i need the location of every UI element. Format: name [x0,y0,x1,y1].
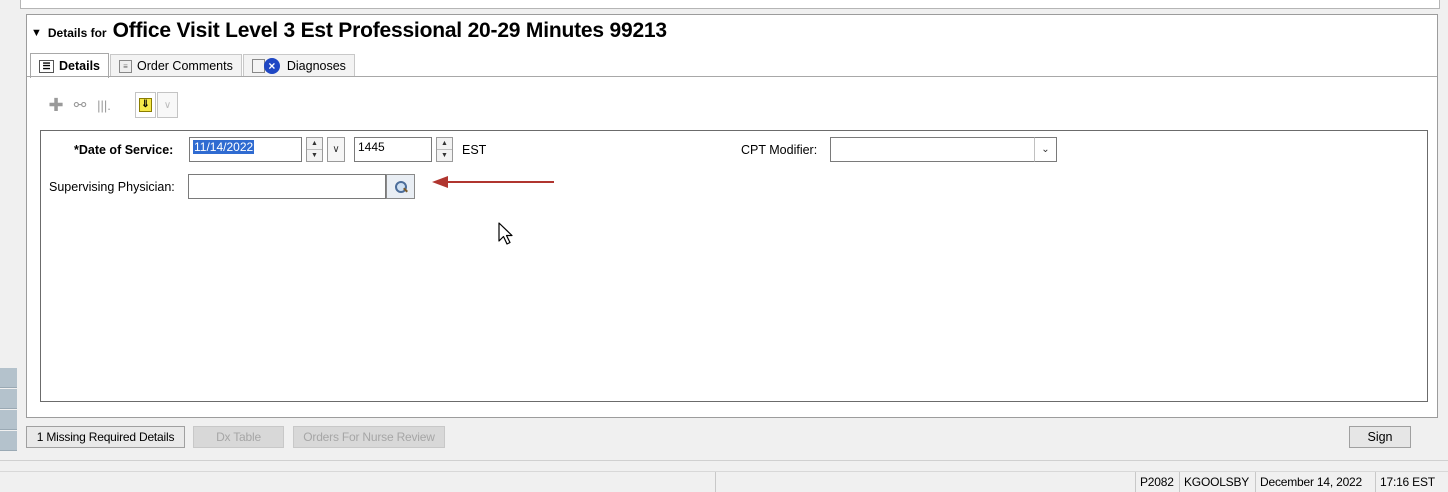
diagnoses-icon: × [251,58,282,74]
time-field[interactable]: 1445 [354,137,432,162]
status-bar: P2082 KGOOLSBY December 14, 2022 17:16 E… [0,471,1448,492]
tab-order-comments[interactable]: ≡ Order Comments [110,54,242,77]
date-spinner[interactable]: ▲ ▼ [306,137,323,162]
status-user: KGOOLSBY [1179,472,1253,492]
tab-diagnoses[interactable]: × Diagnoses [242,54,355,77]
physician-search-button[interactable] [386,174,415,199]
top-panel-edge [20,0,1440,9]
collapse-triangle-icon[interactable]: ▼ [31,27,42,39]
divider [0,460,1448,461]
gutter-segment [0,431,17,451]
top-strip [0,0,1448,12]
status-empty-cell [715,472,1135,492]
gutter-segment [0,410,17,430]
add-icon[interactable]: ✚ [45,95,67,116]
details-panel: ▼ Details for Office Visit Level 3 Est P… [26,14,1438,418]
chart-icon[interactable]: |||. [93,98,115,113]
chevron-down-icon: ⌄ [1041,144,1050,155]
tab-strip: ☰ Details ≡ Order Comments × Diagnoses [30,53,356,78]
status-time: 17:16 EST [1375,472,1439,492]
gutter-segment [0,368,17,388]
tab-label: Diagnoses [286,59,346,73]
order-comments-icon: ≡ [119,59,132,73]
left-gutter [0,12,18,451]
gutter-segment [0,389,17,409]
date-of-service-label: *Date of Service: [74,143,174,157]
status-code: P2082 [1135,472,1178,492]
time-spinner[interactable]: ▲ ▼ [436,137,453,162]
tab-label: Details [59,59,100,73]
expand-all-icon: ∨ [163,99,172,111]
cpt-modifier-select[interactable] [830,137,1057,162]
details-header: ▼ Details for Office Visit Level 3 Est P… [31,19,667,47]
date-calendar-dropdown[interactable]: ∨ [327,137,345,162]
cpt-modifier-dropdown[interactable]: ⌄ [1034,137,1057,162]
time-zone-label: EST [462,143,487,157]
date-of-service-field[interactable]: 11/14/2022 [189,137,302,162]
sign-button[interactable]: Sign [1349,426,1411,448]
annotation-arrow [432,176,554,188]
expand-all-button[interactable]: ∨ [157,92,178,118]
supervising-physician-field[interactable] [188,174,386,199]
details-prefix: Details for [47,26,107,40]
date-of-service-value: 11/14/2022 [193,140,255,154]
status-date: December 14, 2022 [1255,472,1366,492]
orders-for-nurse-review-button[interactable]: Orders For Nurse Review [293,426,445,448]
move-down-button[interactable]: ⇓ [135,92,156,118]
mouse-cursor-icon [498,222,513,245]
tab-details[interactable]: ☰ Details [30,53,109,78]
move-down-icon: ⇓ [139,98,152,112]
medication-icon[interactable]: ⚯ [69,96,91,114]
missing-required-details-button[interactable]: 1 Missing Required Details [26,426,185,448]
tab-label: Order Comments [137,59,233,73]
dx-table-button[interactable]: Dx Table [193,426,284,448]
chevron-down-icon: ∨ [332,144,340,155]
cpt-modifier-label: CPT Modifier: [741,143,818,157]
details-icon: ☰ [39,59,54,73]
supervising-physician-label: Supervising Physician: [49,180,175,194]
search-icon [394,180,407,193]
details-toolbar: ✚ ⚯ |||. ⇓ ∨ [45,91,178,119]
order-title: Office Visit Level 3 Est Professional 20… [112,19,668,42]
details-form: *Date of Service: 11/14/2022 ▲ ▼ ∨ 1445 ▲… [40,130,1428,402]
tab-divider [27,76,1437,77]
time-value: 1445 [358,140,385,154]
